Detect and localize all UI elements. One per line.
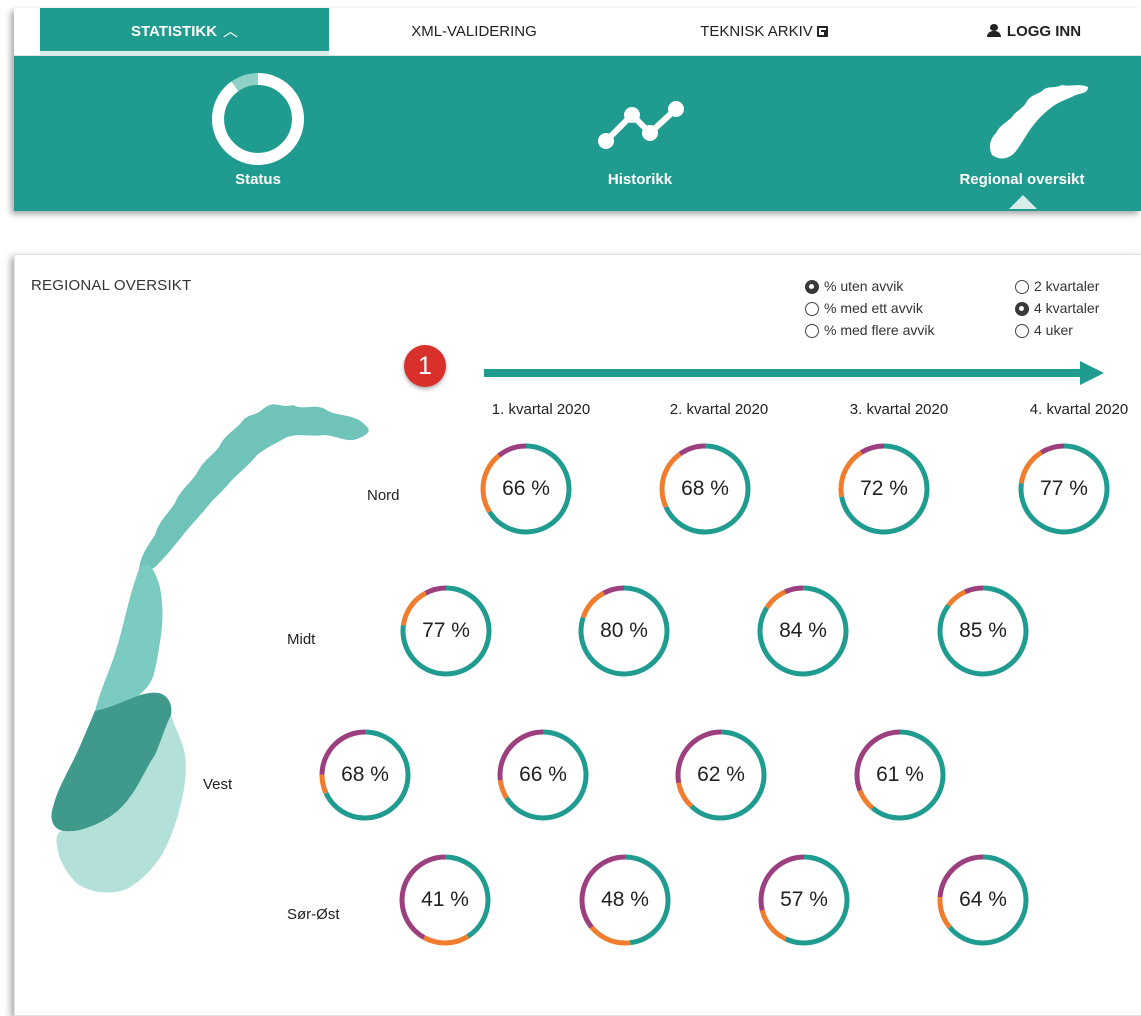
radio-button[interactable]	[1015, 302, 1029, 316]
donut-chart[interactable]: 84 %	[753, 581, 853, 681]
donut-chart[interactable]: 61 %	[850, 725, 950, 825]
radio-option-period[interactable]: 2 kvartaler	[1015, 277, 1099, 299]
period-radio-group: 2 kvartaler 4 kvartaler 4 uker	[1015, 277, 1099, 343]
norway-regional-map	[51, 404, 369, 893]
subnav-regional-label: Regional oversikt	[959, 171, 1085, 188]
region-label-sor-ost: Sør-Øst	[287, 906, 340, 923]
radio-button[interactable]	[805, 302, 819, 316]
subnav-status-label: Status	[235, 171, 281, 188]
donut-chart[interactable]: 66 %	[493, 725, 593, 825]
radio-label: 2 kvartaler	[1034, 278, 1100, 294]
region-label-midt: Midt	[287, 631, 316, 648]
nav-arkiv-label: TEKNISK ARKIV	[700, 23, 813, 40]
login-button[interactable]: LOGG INN	[959, 8, 1109, 55]
donut-chart[interactable]: 48 %	[575, 850, 675, 950]
radio-button[interactable]	[805, 280, 819, 294]
radio-option-metric[interactable]: % uten avvik	[805, 277, 934, 299]
donut-chart[interactable]: 85 %	[933, 581, 1033, 681]
radio-option-period[interactable]: 4 kvartaler	[1015, 299, 1099, 321]
donut-value-label: 84 %	[779, 619, 827, 642]
donut-value-label: 62 %	[697, 763, 745, 786]
metric-radio-group: % uten avvik % med ett avvik % med flere…	[805, 277, 934, 343]
radio-option-metric[interactable]: % med flere avvik	[805, 321, 934, 343]
radio-option-metric[interactable]: % med ett avvik	[805, 299, 934, 321]
subnav-regional-oversikt[interactable]: Regional oversikt	[892, 55, 1141, 211]
donut-chart[interactable]: 66 %	[476, 439, 576, 539]
donut-value-label: 68 %	[341, 763, 389, 786]
nav-xml-validering[interactable]: XML-VALIDERING	[364, 8, 584, 55]
radio-label: % med flere avvik	[824, 322, 935, 338]
donut-chart[interactable]: 68 %	[655, 439, 755, 539]
external-link-icon	[816, 26, 828, 37]
line-chart-icon	[598, 101, 684, 149]
radio-button[interactable]	[1015, 324, 1029, 338]
quarter-header: 3. kvartal 2020	[849, 401, 949, 418]
donut-value-label: 85 %	[959, 619, 1007, 642]
donut-chart[interactable]: 41 %	[395, 850, 495, 950]
donut-value-label: 72 %	[860, 477, 908, 500]
chevron-up-icon: ︿	[223, 23, 239, 40]
status-donut-icon	[212, 73, 304, 165]
donut-chart[interactable]: 68 %	[315, 725, 415, 825]
subnav-historikk-label: Historikk	[607, 171, 673, 188]
radio-button[interactable]	[1015, 280, 1029, 294]
quarter-header: 1. kvartal 2020	[491, 401, 591, 418]
donut-chart[interactable]: 77 %	[1014, 439, 1114, 539]
radio-option-period[interactable]: 4 uker	[1015, 321, 1099, 343]
login-label: LOGG INN	[1006, 23, 1082, 40]
step-badge: 1	[404, 345, 446, 387]
card-title: REGIONAL OVERSIKT	[31, 277, 192, 294]
donut-value-label: 77 %	[422, 619, 470, 642]
donut-value-label: 66 %	[519, 763, 567, 786]
radio-label: % uten avvik	[824, 278, 904, 294]
radio-label: 4 kvartaler	[1034, 300, 1100, 316]
donut-value-label: 64 %	[959, 888, 1007, 911]
subnav-status[interactable]: Status	[128, 55, 388, 211]
donut-chart[interactable]: 62 %	[671, 725, 771, 825]
region-label-vest: Vest	[203, 776, 233, 793]
regional-overview-card: REGIONAL OVERSIKT % uten avvik % med ett…	[14, 254, 1141, 1016]
active-pointer	[1009, 195, 1037, 209]
donut-chart[interactable]: 80 %	[574, 581, 674, 681]
quarter-header: 2. kvartal 2020	[669, 401, 769, 418]
donut-chart[interactable]: 57 %	[754, 850, 854, 950]
donut-value-label: 57 %	[780, 888, 828, 911]
nav-statistikk[interactable]: STATISTIKK ︿	[40, 8, 329, 55]
radio-label: 4 uker	[1034, 322, 1073, 338]
radio-button[interactable]	[805, 324, 819, 338]
donut-value-label: 77 %	[1040, 477, 1088, 500]
top-navigation: STATISTIKK ︿ XML-VALIDERING TEKNISK ARKIV…	[14, 8, 1141, 211]
donut-value-label: 80 %	[600, 619, 648, 642]
donut-value-label: 48 %	[601, 888, 649, 911]
donut-chart[interactable]: 64 %	[933, 850, 1033, 950]
donut-value-label: 61 %	[876, 763, 924, 786]
user-icon	[986, 24, 1001, 37]
donut-chart[interactable]: 77 %	[396, 581, 496, 681]
radio-label: % med ett avvik	[824, 300, 923, 316]
statistics-subnav: Status Historikk Regional oversikt	[14, 55, 1141, 211]
region-label-nord: Nord	[367, 487, 400, 504]
nav-statistikk-label: STATISTIKK	[130, 23, 218, 40]
donut-chart[interactable]: 72 %	[834, 439, 934, 539]
map-region-midt	[95, 565, 163, 712]
map-region-nord	[139, 404, 369, 571]
donut-value-label: 68 %	[681, 477, 729, 500]
timeline-arrow-icon	[484, 361, 1104, 385]
subnav-historikk[interactable]: Historikk	[510, 55, 770, 211]
nav-xml-label: XML-VALIDERING	[411, 23, 537, 40]
donut-value-label: 66 %	[502, 477, 550, 500]
quarter-header: 4. kvartal 2020	[1029, 401, 1129, 418]
donut-value-label: 41 %	[421, 888, 469, 911]
norway-map-icon	[989, 85, 1088, 159]
main-nav-bar: STATISTIKK ︿ XML-VALIDERING TEKNISK ARKIV…	[14, 8, 1141, 56]
nav-teknisk-arkiv[interactable]: TEKNISK ARKIV	[654, 8, 874, 55]
